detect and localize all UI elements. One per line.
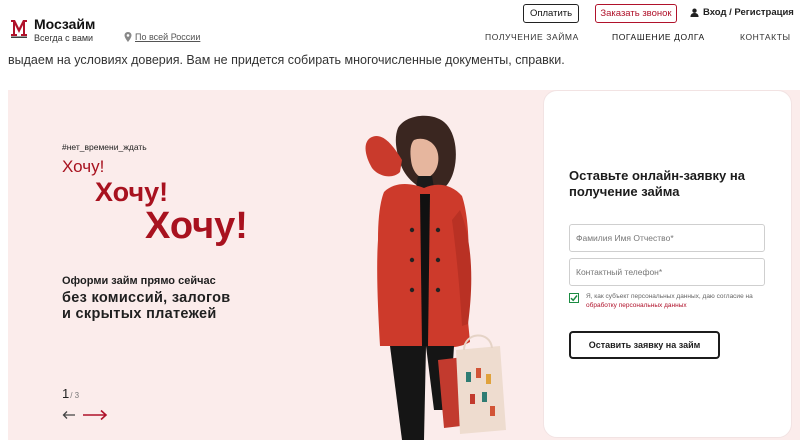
hero-headline-large: Хочу! xyxy=(145,205,248,247)
region-selector[interactable]: По всей России xyxy=(124,32,200,42)
brand-tagline: Всегда с вами xyxy=(34,33,94,43)
hero-model-image xyxy=(365,115,506,440)
request-call-button[interactable]: Заказать звонок xyxy=(595,4,677,23)
hero-headline-small: Хочу! xyxy=(62,157,105,176)
hero-offer-line: и скрытых платежей xyxy=(62,306,217,322)
login-link[interactable]: Вход / Регистрация xyxy=(690,7,794,18)
consent-label: Я, как субъект персональных данных, даю … xyxy=(586,293,753,300)
arrow-right-icon[interactable] xyxy=(82,409,108,421)
hero-headline-medium: Хочу! xyxy=(95,177,169,207)
personal-data-link[interactable]: обработку персональных данных xyxy=(586,302,687,309)
pay-button[interactable]: Оплатить xyxy=(523,4,579,23)
checkmark-icon xyxy=(570,295,578,302)
login-label: Вход / Регистрация xyxy=(703,7,794,18)
slide-counter: 1 / 3 xyxy=(62,386,79,401)
slide-current: 1 xyxy=(62,386,70,401)
region-link[interactable]: По всей России xyxy=(135,32,200,42)
intro-text: выдаем на условиях доверия. Вам не приде… xyxy=(8,53,565,67)
arrow-left-icon[interactable] xyxy=(62,410,76,420)
hero-offer-line: Оформи займ прямо сейчас xyxy=(62,275,216,287)
consent-checkbox[interactable] xyxy=(569,293,579,303)
slide-total: / 3 xyxy=(70,391,80,400)
nav-repay-debt[interactable]: ПОГАШЕНИЕ ДОЛГА xyxy=(612,32,705,42)
logo-icon[interactable] xyxy=(10,18,28,38)
full-name-input[interactable] xyxy=(569,224,765,252)
site-header: Мосзайм Всегда с вами По всей России Опл… xyxy=(0,0,800,52)
phone-input[interactable] xyxy=(569,258,765,286)
location-pin-icon xyxy=(124,32,132,42)
nav-contacts[interactable]: КОНТАКТЫ xyxy=(740,32,791,42)
user-icon xyxy=(690,8,699,17)
hero-hashtag: #нет_времени_ждать xyxy=(62,142,147,152)
form-title: Оставьте онлайн-заявку на получение займ… xyxy=(569,168,745,199)
consent-text: Я, как субъект персональных данных, даю … xyxy=(586,293,766,310)
hero-offer-line: без комиссий, залогов xyxy=(62,290,231,306)
brand-name[interactable]: Мосзайм xyxy=(34,16,95,32)
nav-get-loan[interactable]: ПОЛУЧЕНИЕ ЗАЙМА xyxy=(485,32,579,42)
submit-application-button[interactable]: Оставить заявку на займ xyxy=(569,331,720,359)
